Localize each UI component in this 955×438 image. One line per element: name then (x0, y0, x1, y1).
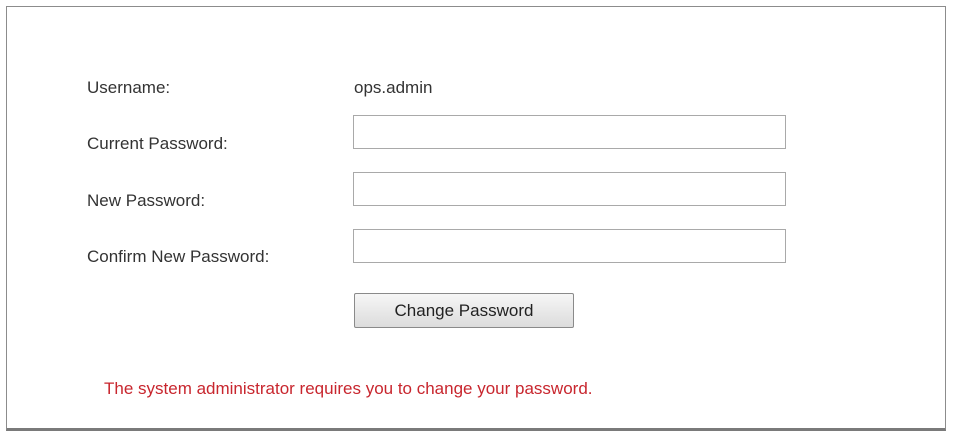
password-change-notice: The system administrator requires you to… (104, 379, 593, 398)
new-password-label: New Password: (87, 191, 206, 210)
change-password-panel: Username: ops.admin Current Password: Ne… (6, 6, 946, 431)
current-password-field[interactable] (353, 115, 786, 149)
confirm-password-field[interactable] (353, 229, 786, 263)
username-label: Username: (87, 78, 171, 97)
username-value: ops.admin (354, 78, 433, 97)
change-password-button[interactable]: Change Password (354, 293, 574, 328)
confirm-password-label: Confirm New Password: (87, 247, 270, 266)
current-password-label: Current Password: (87, 134, 228, 153)
new-password-field[interactable] (353, 172, 786, 206)
